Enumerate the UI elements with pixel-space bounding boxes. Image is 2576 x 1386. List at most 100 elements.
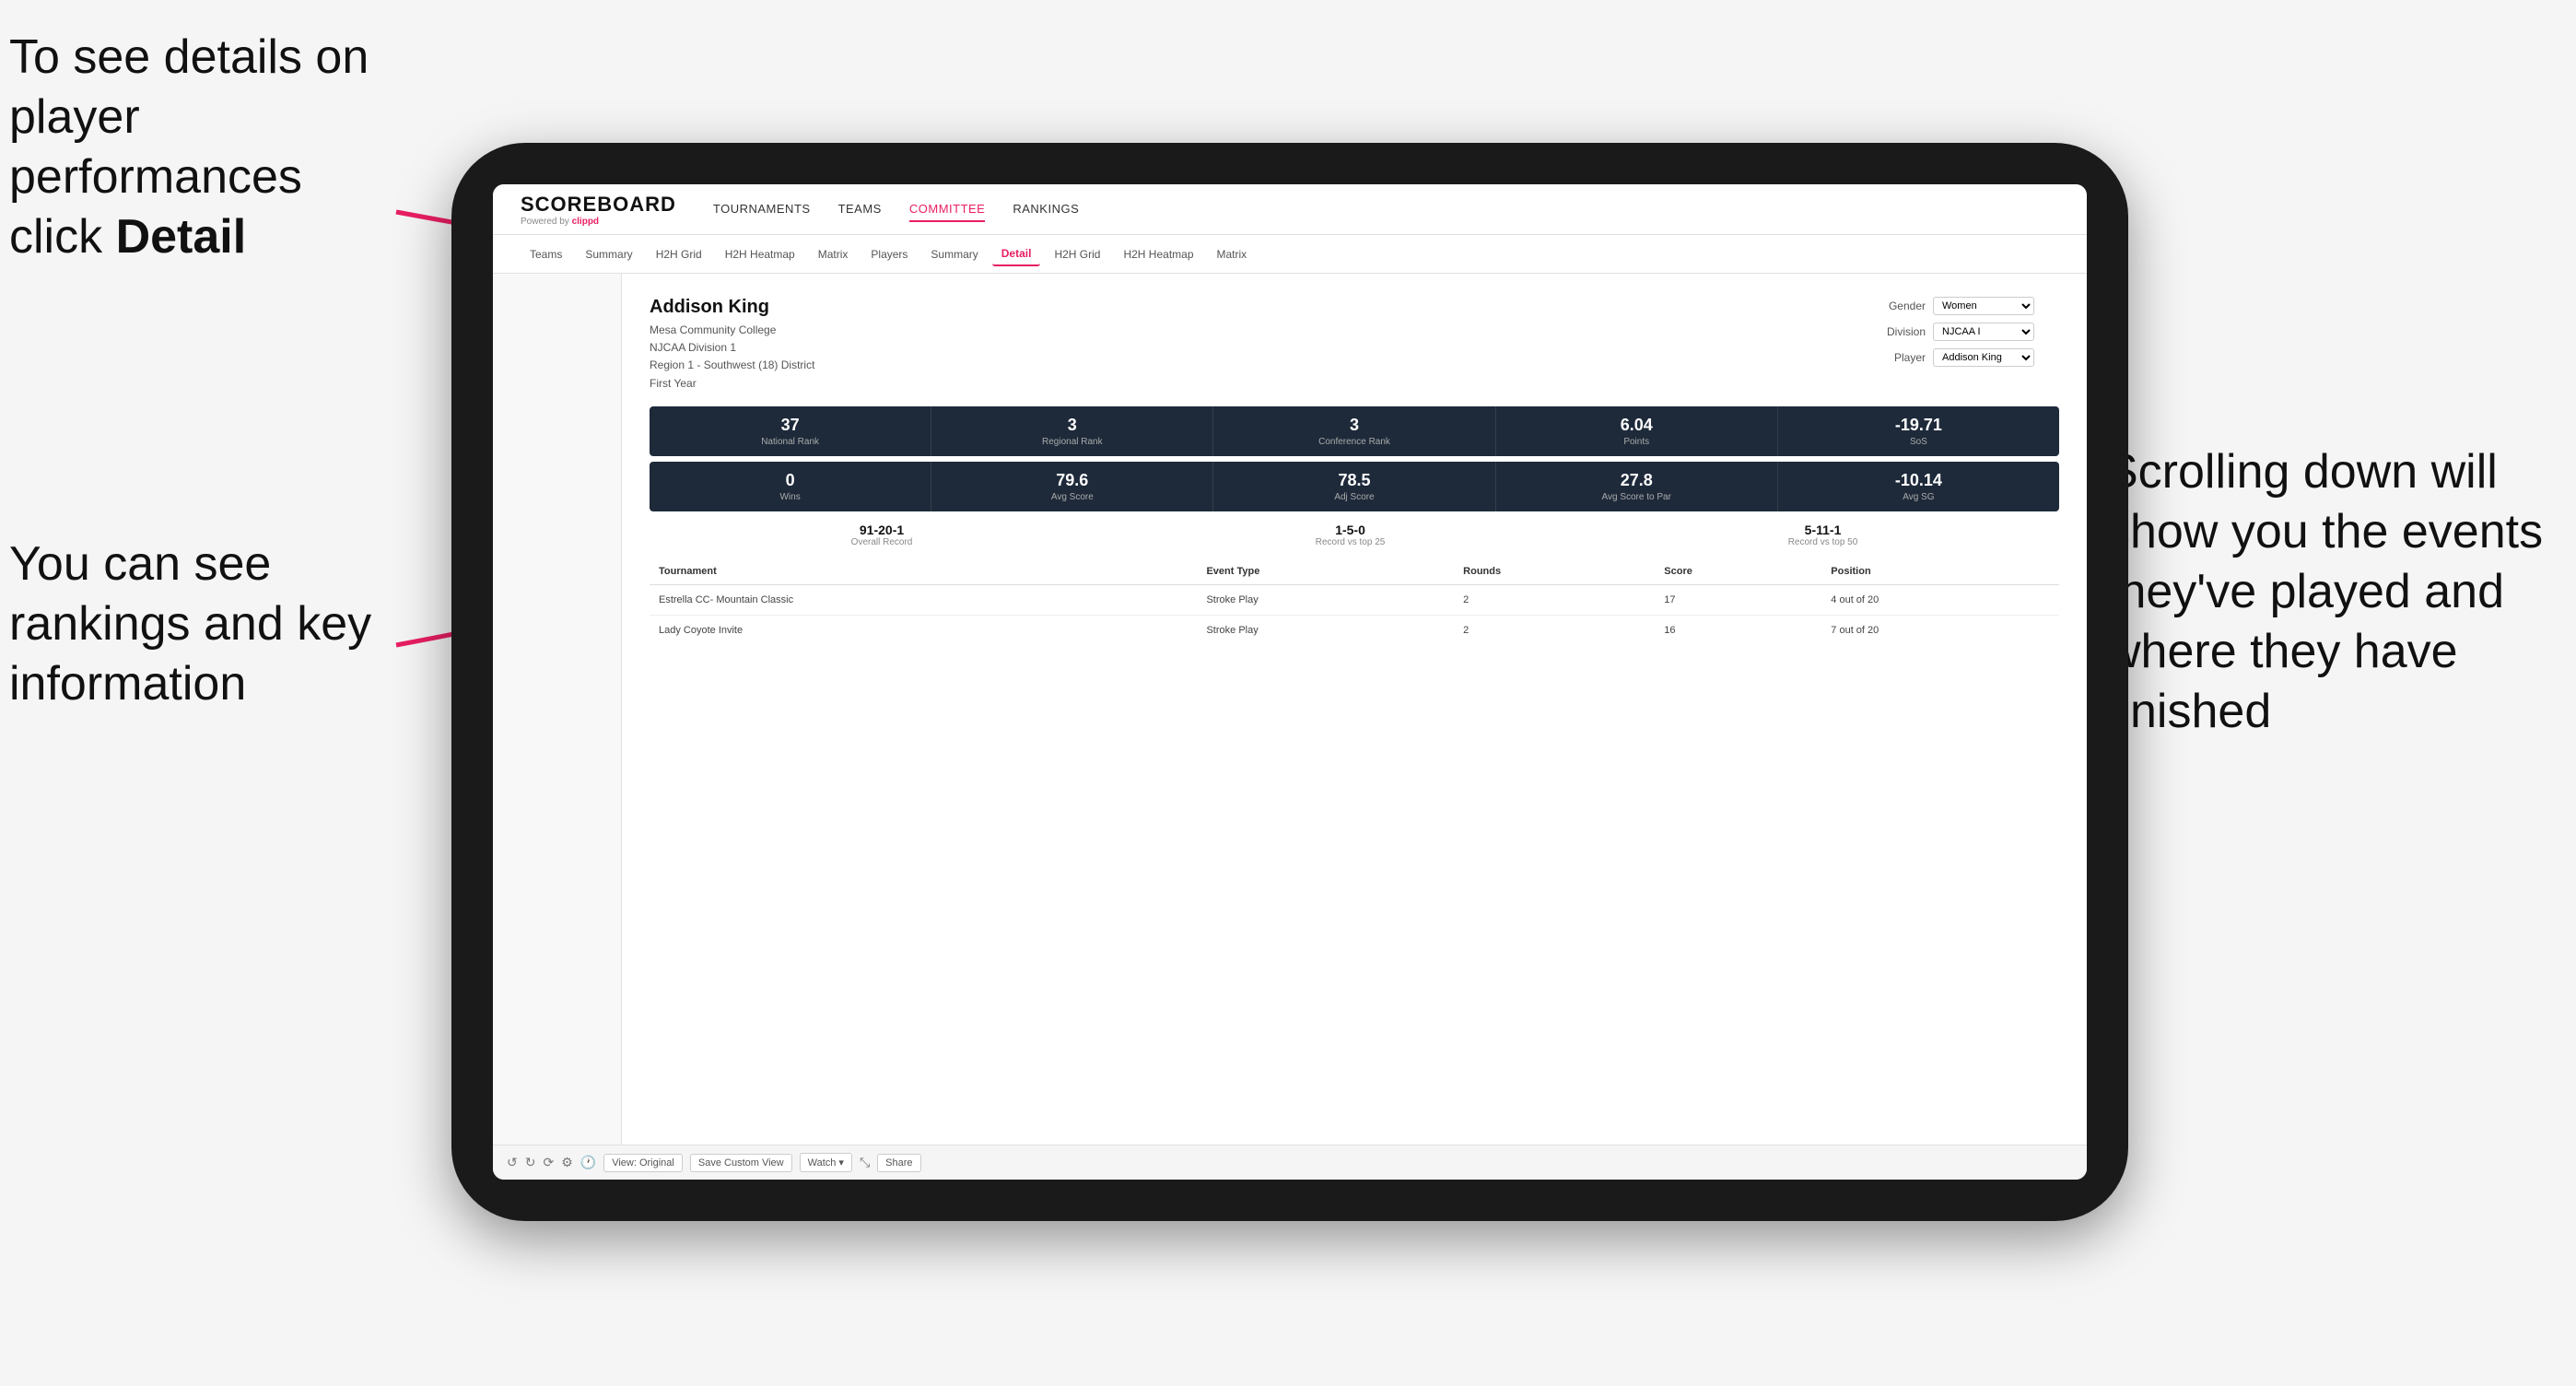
player-label: Player bbox=[1875, 351, 1926, 364]
nav-rankings[interactable]: RANKINGS bbox=[1013, 197, 1079, 222]
stat-sos: -19.71 SoS bbox=[1778, 406, 2059, 456]
subnav-h2hgrid[interactable]: H2H Grid bbox=[647, 243, 711, 265]
view-original-button[interactable]: View: Original bbox=[603, 1154, 683, 1172]
stat-wins-label: Wins bbox=[661, 492, 919, 502]
record-overall-label: Overall Record bbox=[851, 537, 913, 547]
stat-sos-label: SoS bbox=[1789, 437, 2048, 447]
record-top25-label: Record vs top 25 bbox=[1316, 537, 1386, 547]
refresh-icon[interactable]: ⟳ bbox=[543, 1155, 554, 1170]
content-area: Addison King Mesa Community College NJCA… bbox=[493, 274, 2087, 1145]
table-row: Lady Coyote Invite Stroke Play 2 16 7 ou… bbox=[650, 615, 2059, 645]
settings-icon[interactable]: ⚙ bbox=[561, 1155, 573, 1170]
sub-nav: Teams Summary H2H Grid H2H Heatmap Matri… bbox=[493, 235, 2087, 274]
stat-regional-rank-label: Regional Rank bbox=[943, 437, 1201, 447]
stat-avg-sg-label: Avg SG bbox=[1789, 492, 2048, 502]
expand-icon[interactable]: ⤡ bbox=[860, 1155, 870, 1170]
annotation-topleft-text: To see details on player performances cl… bbox=[9, 30, 369, 264]
record-top50-value: 5-11-1 bbox=[1788, 523, 1858, 537]
nav-teams[interactable]: TEAMS bbox=[838, 197, 882, 222]
stat-avg-sg: -10.14 Avg SG bbox=[1778, 462, 2059, 511]
annotation-bottomright: Scrolling down will show you the events … bbox=[2106, 442, 2567, 742]
subnav-summary2[interactable]: Summary bbox=[921, 243, 987, 265]
main-content: Addison King Mesa Community College NJCA… bbox=[622, 274, 2087, 1145]
record-overall-value: 91-20-1 bbox=[851, 523, 913, 537]
tablet-screen: SCOREBOARD Powered by clippd TOURNAMENTS… bbox=[493, 184, 2087, 1180]
stat-sos-value: -19.71 bbox=[1789, 416, 2048, 435]
gender-label: Gender bbox=[1875, 300, 1926, 312]
player-select[interactable]: Addison King bbox=[1933, 348, 2034, 367]
stat-national-rank-label: National Rank bbox=[661, 437, 919, 447]
stat-adj-score: 78.5 Adj Score bbox=[1213, 462, 1495, 511]
nav-committee[interactable]: COMMITTEE bbox=[909, 197, 986, 222]
division-select[interactable]: NJCAA I NJCAA II bbox=[1933, 323, 2034, 341]
record-top50-label: Record vs top 50 bbox=[1788, 537, 1858, 547]
stat-points-label: Points bbox=[1507, 437, 1766, 447]
annotation-bottomleft-text: You can see rankings and key information bbox=[9, 537, 371, 711]
table-row: Estrella CC- Mountain Classic Stroke Pla… bbox=[650, 584, 2059, 615]
stat-points-value: 6.04 bbox=[1507, 416, 1766, 435]
save-custom-view-button[interactable]: Save Custom View bbox=[690, 1154, 792, 1172]
position: 4 out of 20 bbox=[1821, 584, 2059, 615]
rounds: 2 bbox=[1454, 584, 1655, 615]
gender-select[interactable]: Women Men bbox=[1933, 297, 2034, 315]
annotation-bottomright-text: Scrolling down will show you the events … bbox=[2106, 445, 2543, 738]
player-controls: Gender Women Men Division NJCAA I NJCAA … bbox=[1875, 297, 2059, 393]
stat-national-rank-value: 37 bbox=[661, 416, 919, 435]
stat-adj-score-value: 78.5 bbox=[1224, 471, 1483, 490]
stat-wins-value: 0 bbox=[661, 471, 919, 490]
subnav-summary[interactable]: Summary bbox=[576, 243, 641, 265]
player-control: Player Addison King bbox=[1875, 348, 2059, 367]
top-nav: SCOREBOARD Powered by clippd TOURNAMENTS… bbox=[493, 184, 2087, 235]
subnav-teams[interactable]: Teams bbox=[521, 243, 571, 265]
subnav-players[interactable]: Players bbox=[861, 243, 917, 265]
col-score: Score bbox=[1655, 558, 1821, 585]
stat-avg-score-label: Avg Score bbox=[943, 492, 1201, 502]
subnav-h2hgrid2[interactable]: H2H Grid bbox=[1045, 243, 1109, 265]
stat-national-rank: 37 National Rank bbox=[650, 406, 931, 456]
division-label: Division bbox=[1875, 325, 1926, 338]
subnav-matrix2[interactable]: Matrix bbox=[1208, 243, 1257, 265]
col-position: Position bbox=[1821, 558, 2059, 585]
redo-icon[interactable]: ↻ bbox=[525, 1155, 536, 1170]
record-top50: 5-11-1 Record vs top 50 bbox=[1788, 523, 1858, 547]
record-top25: 1-5-0 Record vs top 25 bbox=[1316, 523, 1386, 547]
score: 17 bbox=[1655, 584, 1821, 615]
tablet-device: SCOREBOARD Powered by clippd TOURNAMENTS… bbox=[451, 143, 2128, 1221]
event-type: Stroke Play bbox=[1197, 615, 1454, 645]
player-name: Addison King bbox=[650, 297, 814, 318]
player-header: Addison King Mesa Community College NJCA… bbox=[650, 297, 2059, 393]
stat-avg-sg-value: -10.14 bbox=[1789, 471, 2048, 490]
stat-avg-score-par-value: 27.8 bbox=[1507, 471, 1766, 490]
player-region: Region 1 - Southwest (18) District bbox=[650, 357, 814, 374]
stats-row-1: 37 National Rank 3 Regional Rank 3 Confe… bbox=[650, 406, 2059, 456]
stat-avg-score-value: 79.6 bbox=[943, 471, 1201, 490]
records-row: 91-20-1 Overall Record 1-5-0 Record vs t… bbox=[650, 523, 2059, 547]
watch-button[interactable]: Watch ▾ bbox=[800, 1153, 852, 1172]
stat-wins: 0 Wins bbox=[650, 462, 931, 511]
subnav-h2hheatmap2[interactable]: H2H Heatmap bbox=[1114, 243, 1202, 265]
player-info: Addison King Mesa Community College NJCA… bbox=[650, 297, 814, 393]
stats-row-2: 0 Wins 79.6 Avg Score 78.5 Adj Score 27.… bbox=[650, 462, 2059, 511]
subnav-h2hheatmap[interactable]: H2H Heatmap bbox=[716, 243, 804, 265]
logo-powered: Powered by clippd bbox=[521, 217, 676, 227]
logo-area: SCOREBOARD Powered by clippd bbox=[521, 193, 676, 227]
nav-tournaments[interactable]: TOURNAMENTS bbox=[713, 197, 811, 222]
undo-icon[interactable]: ↺ bbox=[507, 1155, 518, 1170]
share-button[interactable]: Share bbox=[877, 1154, 920, 1172]
bottom-toolbar: ↺ ↻ ⟳ ⚙ 🕐 View: Original Save Custom Vie… bbox=[493, 1145, 2087, 1180]
stat-conference-rank: 3 Conference Rank bbox=[1213, 406, 1495, 456]
logo-scoreboard: SCOREBOARD bbox=[521, 193, 676, 217]
stat-conference-rank-value: 3 bbox=[1224, 416, 1483, 435]
subnav-detail[interactable]: Detail bbox=[992, 242, 1041, 266]
annotation-topleft: To see details on player performances cl… bbox=[9, 28, 396, 267]
tournament-name: Lady Coyote Invite bbox=[650, 615, 1197, 645]
logo-clippd: clippd bbox=[572, 217, 599, 227]
stat-avg-score: 79.6 Avg Score bbox=[931, 462, 1213, 511]
stat-conference-rank-label: Conference Rank bbox=[1224, 437, 1483, 447]
record-top25-value: 1-5-0 bbox=[1316, 523, 1386, 537]
clock-icon[interactable]: 🕐 bbox=[580, 1155, 596, 1170]
stat-avg-score-par: 27.8 Avg Score to Par bbox=[1496, 462, 1778, 511]
subnav-matrix[interactable]: Matrix bbox=[809, 243, 858, 265]
player-year: First Year bbox=[650, 375, 814, 393]
stat-points: 6.04 Points bbox=[1496, 406, 1778, 456]
